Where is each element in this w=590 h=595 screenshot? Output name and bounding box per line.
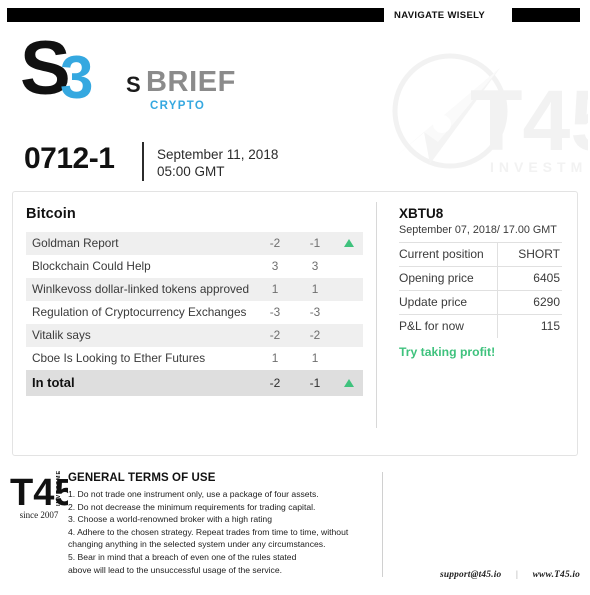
news-panel: Bitcoin Goldman Report -2 -1 Blockchain …	[13, 192, 376, 455]
terms-item: 5. Bear in mind that a breach of even on…	[68, 551, 297, 575]
news-label: Regulation of Cryptocurrency Exchanges	[32, 305, 247, 319]
position-key: Opening price	[399, 266, 497, 291]
advice-note: Try taking profit!	[399, 345, 496, 359]
position-key: Current position	[399, 242, 497, 267]
footer-contacts: support@t45.io | www.T45.io	[440, 570, 580, 580]
issue-divider	[142, 142, 144, 181]
table-row[interactable]: Goldman Report -2 -1	[26, 232, 363, 255]
header: S 3 S BRIEF CRYPTO 0712-1 September 11, …	[0, 24, 590, 181]
total-trend-arrow-cell	[335, 370, 363, 396]
news-panel-title: Bitcoin	[26, 206, 76, 222]
issue-number: 0712-1	[24, 142, 115, 175]
brief-subtitle: CRYPTO	[150, 100, 206, 112]
terms-item: 1. Do not trade one instrument only, use…	[68, 489, 319, 499]
news-label: Blockchain Could Help	[32, 259, 151, 273]
top-bar-left-block	[7, 8, 384, 22]
brief-page: NAVIGATE WISELY S 3 S BRIEF CRYPTO 0712-…	[0, 0, 590, 595]
support-email-link[interactable]: support@t45.io	[440, 570, 501, 580]
position-row: P&L for now 115	[399, 314, 562, 338]
t45-watermark-icon: T45 INVESTMENTS	[372, 46, 588, 186]
news-label: Cboe Is Looking to Ether Futures	[32, 351, 206, 365]
contacts-separator: |	[515, 570, 519, 580]
status-badge: SHORT	[496, 242, 562, 267]
trend-arrow-cell	[335, 232, 363, 255]
website-link[interactable]: www.T45.io	[533, 570, 581, 580]
news-value-2: 3	[311, 259, 319, 273]
trend-arrow-cell	[335, 301, 363, 324]
position-value: 6290	[496, 290, 562, 315]
news-label: Winlkevoss dollar-linked tokens approved	[26, 278, 255, 301]
news-label: Vitalik says	[26, 324, 255, 347]
tagline: NAVIGATE WISELY	[394, 10, 486, 21]
footer: T45 INVESTMENTS since 2007 GENERAL TERMS…	[0, 466, 590, 595]
position-row: Current position SHORT	[399, 242, 562, 267]
terms-title: GENERAL TERMS OF USE	[68, 472, 216, 484]
news-table-body: Goldman Report -2 -1 Blockchain Could He…	[26, 232, 363, 396]
total-value-1: -2	[255, 370, 295, 396]
news-value-2: 1	[295, 278, 335, 301]
trend-arrow-cell	[335, 324, 363, 347]
pnl-value: 115	[496, 314, 562, 338]
news-value-2: 1	[311, 351, 319, 365]
svg-text:INVESTMENTS: INVESTMENTS	[490, 159, 588, 175]
position-row: Opening price 6405	[399, 266, 562, 291]
total-value-2: -1	[295, 370, 335, 396]
news-value-1: 1	[271, 351, 279, 365]
terms-item: 2. Do not decrease the minimum requireme…	[68, 501, 316, 512]
table-row[interactable]: Winlkevoss dollar-linked tokens approved…	[26, 278, 363, 301]
news-value-1: -2	[255, 324, 295, 347]
trend-arrow-cell	[335, 278, 363, 301]
position-table: Current position SHORT Opening price 640…	[399, 242, 562, 338]
brief-prefix: S	[126, 72, 141, 97]
news-label: Goldman Report	[26, 232, 255, 255]
s3-logo-icon: S 3	[22, 34, 122, 106]
position-key: Update price	[399, 290, 497, 315]
triangle-up-icon	[344, 379, 354, 387]
main-card: Bitcoin Goldman Report -2 -1 Blockchain …	[12, 191, 578, 456]
terms-item: 3. Choose a world-renowned broker with a…	[68, 514, 272, 525]
ticker-date: September 07, 2018/ 17.00 GMT	[399, 224, 557, 236]
news-table: Goldman Report -2 -1 Blockchain Could He…	[26, 232, 363, 396]
news-value-1: -3	[269, 305, 281, 319]
svg-text:3: 3	[60, 44, 93, 106]
position-key: P&L for now	[399, 314, 497, 338]
table-row[interactable]: Vitalik says -2 -2	[26, 324, 363, 347]
top-bar-right-block	[512, 8, 580, 22]
position-row: Update price 6290	[399, 290, 562, 315]
ticker-symbol: XBTU8	[399, 206, 444, 221]
triangle-up-icon	[344, 239, 354, 247]
terms-item: 4. Adhere to the chosen strategy. Repeat…	[68, 526, 349, 550]
footer-vertical-divider	[382, 472, 383, 577]
since-label: since 2007	[19, 510, 59, 520]
svg-text:INVESTMENTS: INVESTMENTS	[56, 470, 62, 506]
news-value-1: 3	[271, 259, 279, 273]
table-row[interactable]: Blockchain Could Help 3 3	[26, 255, 363, 278]
brief-title: BRIEF	[146, 66, 236, 98]
trend-arrow-cell	[335, 347, 363, 370]
issue-date: September 11, 2018 05:00 GMT	[157, 147, 279, 179]
position-panel: XBTU8 September 07, 2018/ 17.00 GMT Curr…	[377, 192, 579, 455]
table-row[interactable]: Regulation of Cryptocurrency Exchanges -…	[26, 301, 363, 324]
position-value: 6405	[496, 266, 562, 291]
news-value-1: 1	[255, 278, 295, 301]
t45-logo-icon: T45 INVESTMENTS	[10, 470, 68, 512]
terms-list: 1. Do not trade one instrument only, use…	[68, 488, 378, 576]
news-value-2: -2	[295, 324, 335, 347]
trend-arrow-cell	[335, 255, 363, 278]
table-row-total: In total -2 -1	[26, 370, 363, 396]
news-value-2: -3	[309, 305, 321, 319]
table-row[interactable]: Cboe Is Looking to Ether Futures 1 1	[26, 347, 363, 370]
total-label: In total	[26, 370, 255, 396]
news-value-2: -1	[295, 232, 335, 255]
news-value-1: -2	[255, 232, 295, 255]
top-bar: NAVIGATE WISELY	[0, 8, 590, 23]
svg-text:T45: T45	[470, 73, 588, 169]
